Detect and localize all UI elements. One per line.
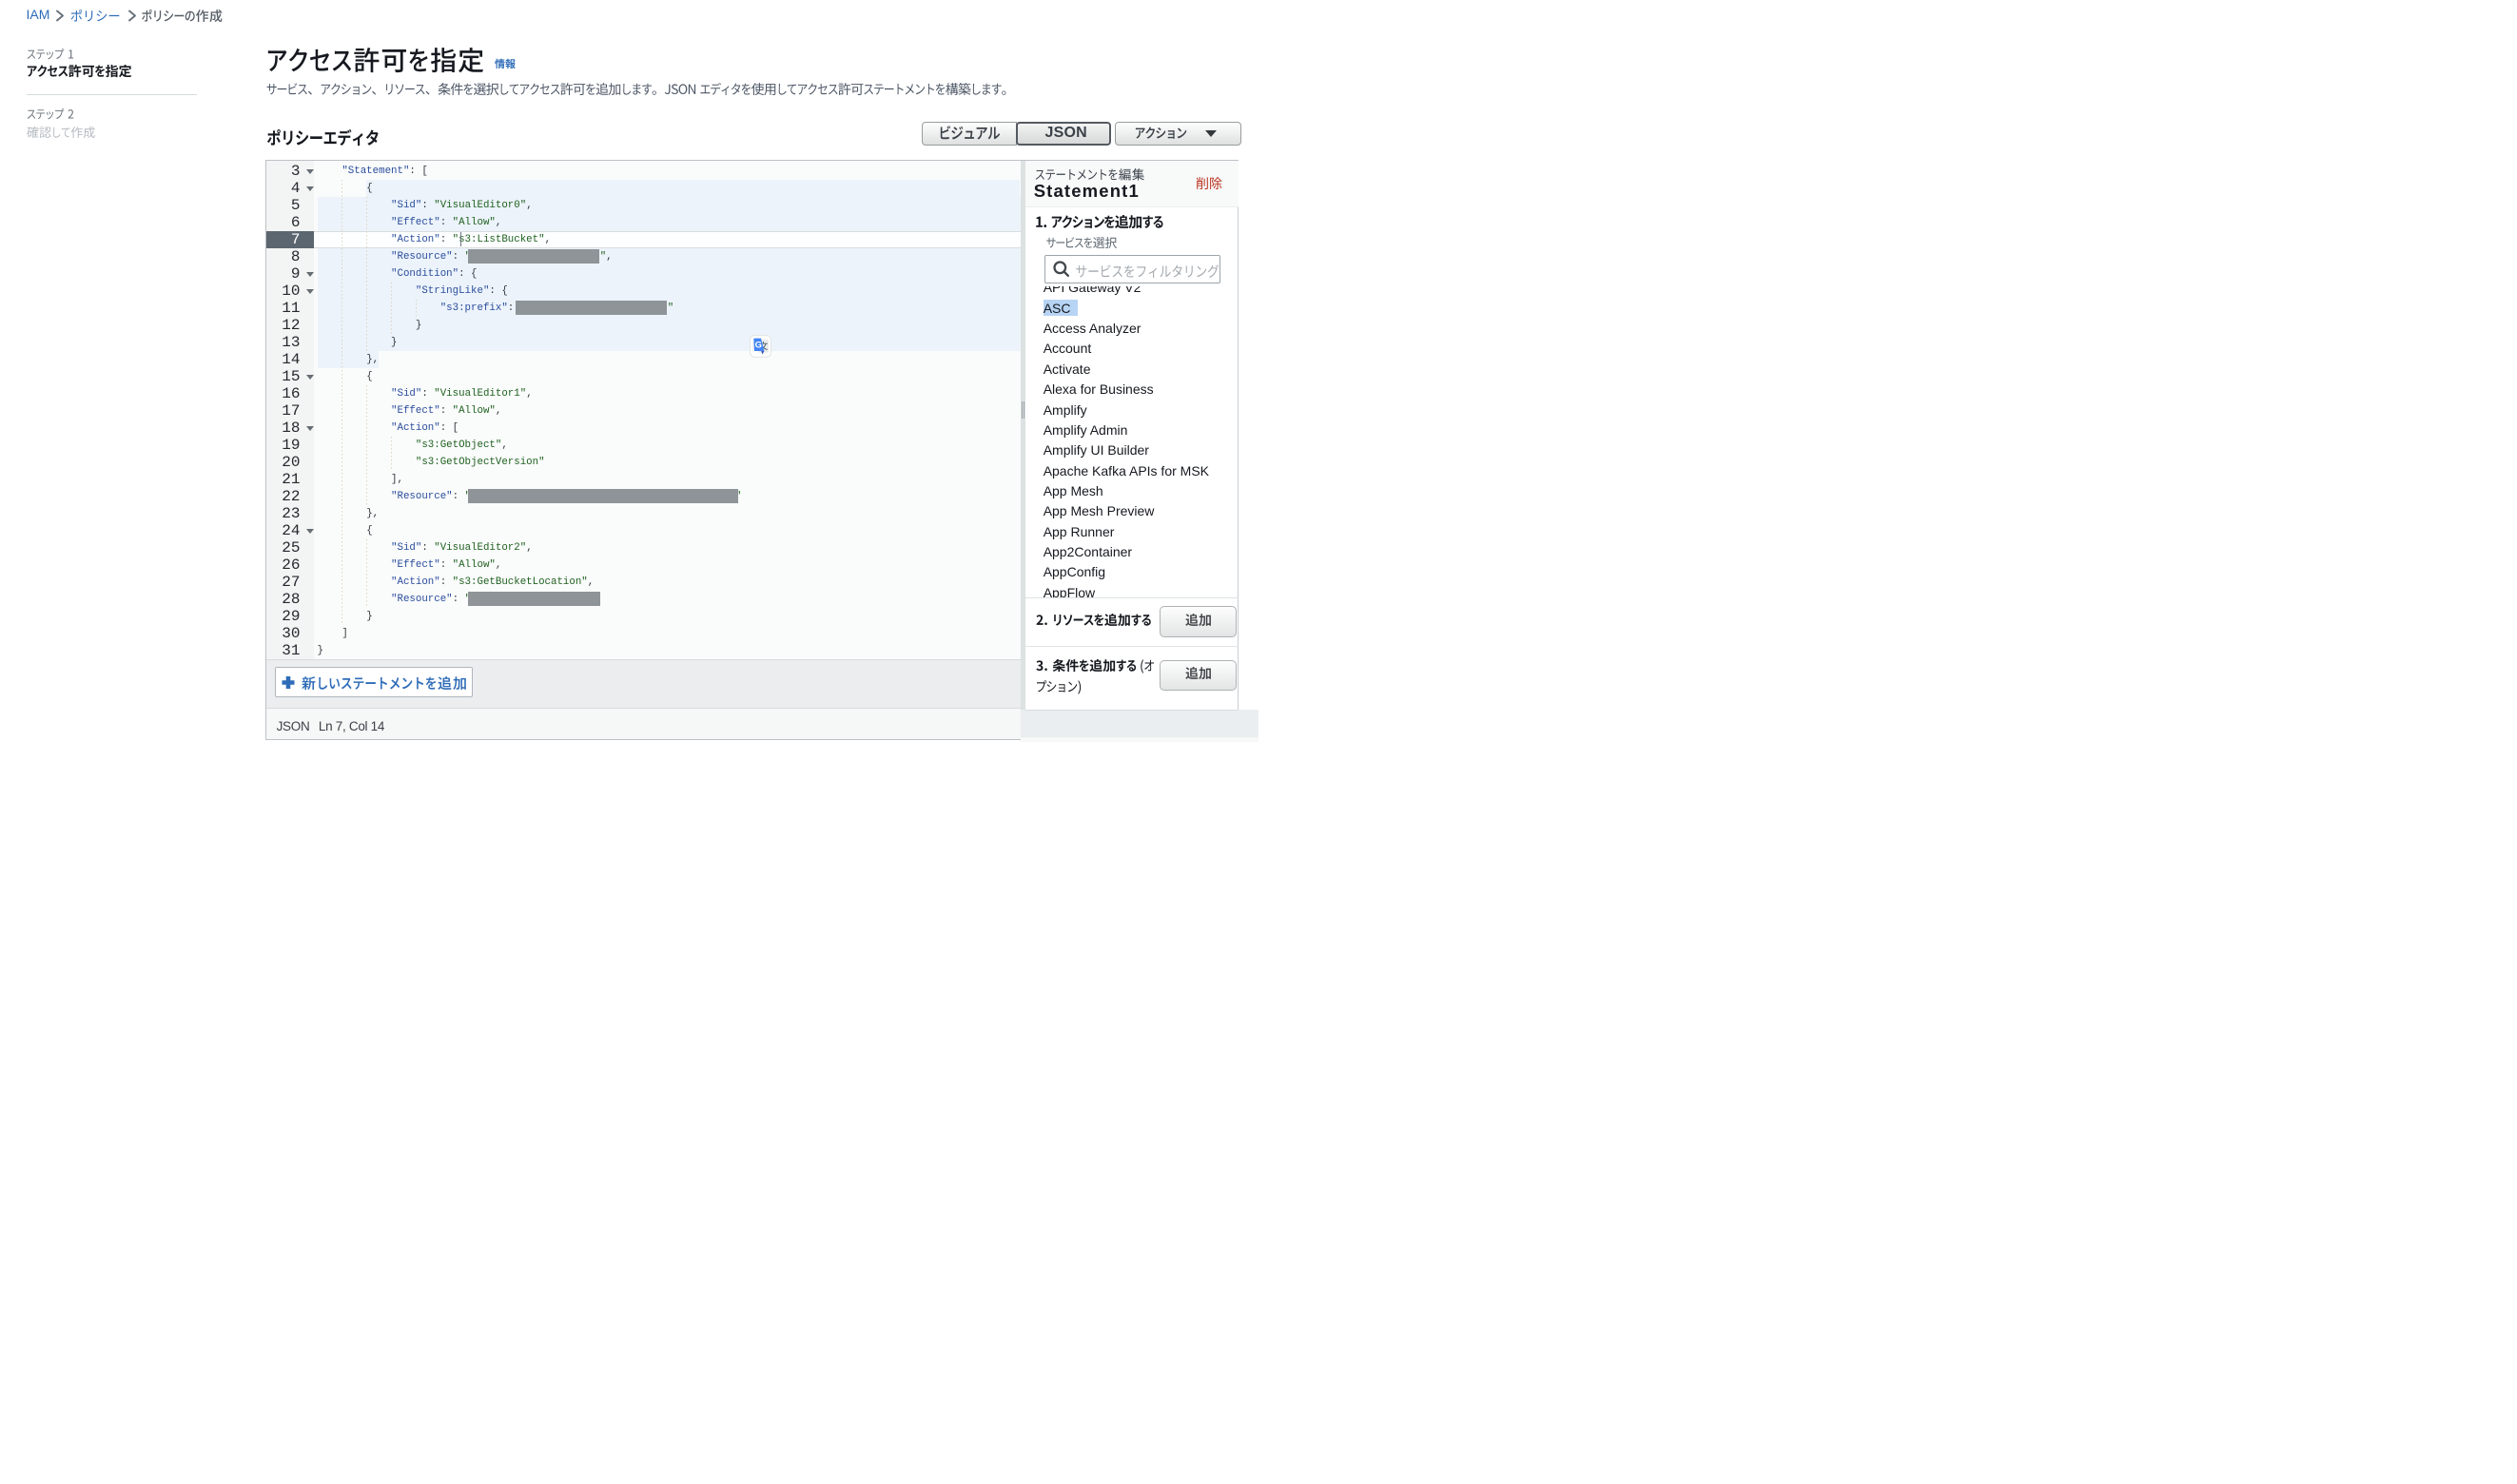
svg-text:G: G: [754, 340, 761, 350]
